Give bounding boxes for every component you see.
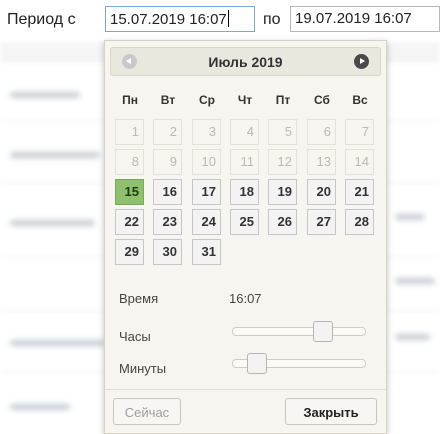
calendar-day: 14 <box>345 149 374 175</box>
calendar-day[interactable]: 22 <box>115 209 144 235</box>
calendar-day[interactable]: 17 <box>192 179 221 205</box>
calendar-day[interactable]: 20 <box>307 179 336 205</box>
hours-slider-handle[interactable] <box>313 321 333 342</box>
calendar-day[interactable]: 24 <box>192 209 221 235</box>
weekday-label: Чт <box>237 93 253 107</box>
period-from-input[interactable]: 15.07.2019 16:07 <box>105 6 255 32</box>
calendar-day[interactable]: 31 <box>192 239 221 265</box>
weekday-header: Пн Вт Ср Чт Пт Сб Вс <box>113 93 380 109</box>
page: Период с 15.07.2019 16:07 по 19.07.2019 … <box>0 0 440 434</box>
now-button[interactable]: Сейчас <box>113 398 181 425</box>
calendar-day: 11 <box>230 149 259 175</box>
calendar-grid: 1 2 3 4 5 6 7 8 9 10 11 12 13 14 15 16 17 18 19 20 21 22 23 24 2… <box>115 119 385 309</box>
minutes-slider[interactable] <box>232 353 366 374</box>
calendar-day[interactable]: 27 <box>307 209 336 235</box>
text-caret <box>227 10 229 27</box>
calendar-day[interactable]: 21 <box>345 179 374 205</box>
period-from-value: 15.07.2019 16:07 <box>110 11 227 28</box>
period-to-label: по <box>263 11 281 28</box>
calendar-day: 10 <box>192 149 221 175</box>
calendar-day: 13 <box>307 149 336 175</box>
minutes-slider-handle[interactable] <box>247 353 267 374</box>
period-to-input[interactable]: 19.07.2019 16:07 <box>290 6 440 32</box>
calendar-day: 7 <box>345 119 374 145</box>
period-filter-bar: Период с 15.07.2019 16:07 по 19.07.2019 … <box>0 0 440 40</box>
datepicker-popup: Июль 2019 Пн Вт Ср Чт Пт Сб Вс 1 2 3 4 5 6 7 8 9 10 11 12… <box>104 40 387 434</box>
calendar-day[interactable]: 16 <box>153 179 182 205</box>
time-value: 16:07 <box>229 291 262 306</box>
calendar-day[interactable]: 30 <box>153 239 182 265</box>
weekday-label: Пт <box>275 93 291 107</box>
footer-divider <box>105 389 386 390</box>
calendar-day[interactable]: 26 <box>268 209 297 235</box>
hours-label: Часы <box>119 329 151 344</box>
minutes-label: Минуты <box>119 361 167 376</box>
calendar-day: 3 <box>192 119 221 145</box>
calendar-day-selected[interactable]: 15 <box>115 179 144 205</box>
calendar-day: 2 <box>153 119 182 145</box>
weekday-label: Вс <box>352 93 368 107</box>
calendar-day[interactable]: 23 <box>153 209 182 235</box>
calendar-day[interactable]: 29 <box>115 239 144 265</box>
hours-slider[interactable] <box>232 321 366 342</box>
calendar-day[interactable]: 28 <box>345 209 374 235</box>
calendar-day[interactable]: 18 <box>230 179 259 205</box>
weekday-label: Ср <box>199 93 215 107</box>
close-button[interactable]: Закрыть <box>285 398 377 425</box>
month-title: Июль 2019 <box>208 54 283 70</box>
calendar-day: 5 <box>268 119 297 145</box>
calendar-day: 1 <box>115 119 144 145</box>
weekday-label: Вт <box>160 93 176 107</box>
calendar-day: 8 <box>115 149 144 175</box>
calendar-day[interactable]: 25 <box>230 209 259 235</box>
datepicker-header: Июль 2019 <box>110 47 381 76</box>
calendar-day: 12 <box>268 149 297 175</box>
weekday-label: Сб <box>314 93 330 107</box>
time-label: Время <box>119 291 159 306</box>
next-month-icon[interactable] <box>354 54 369 69</box>
calendar-day[interactable]: 19 <box>268 179 297 205</box>
period-from-label: Период с <box>7 11 76 28</box>
calendar-day: 4 <box>230 119 259 145</box>
calendar-day: 9 <box>153 149 182 175</box>
weekday-label: Пн <box>122 93 138 107</box>
period-to-value: 19.07.2019 16:07 <box>295 10 412 27</box>
calendar-day: 6 <box>307 119 336 145</box>
